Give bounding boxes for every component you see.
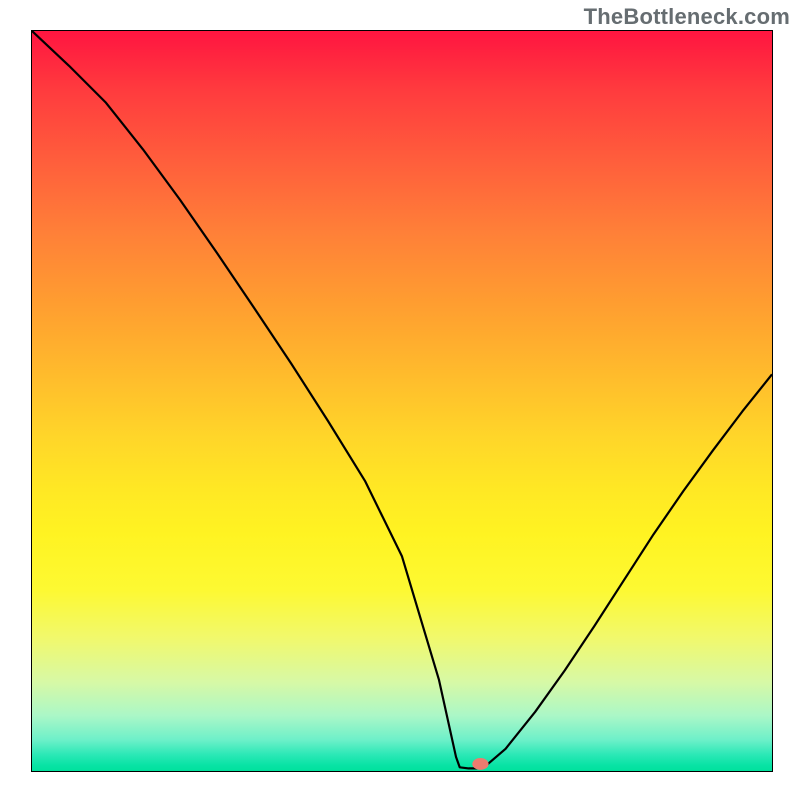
- curve-svg: [32, 31, 772, 771]
- chart-stage: TheBottleneck.com: [0, 0, 800, 800]
- optimal-marker: [472, 758, 488, 770]
- watermark-text: TheBottleneck.com: [584, 4, 790, 30]
- bottleneck-curve: [32, 31, 772, 768]
- plot-area: [31, 30, 773, 772]
